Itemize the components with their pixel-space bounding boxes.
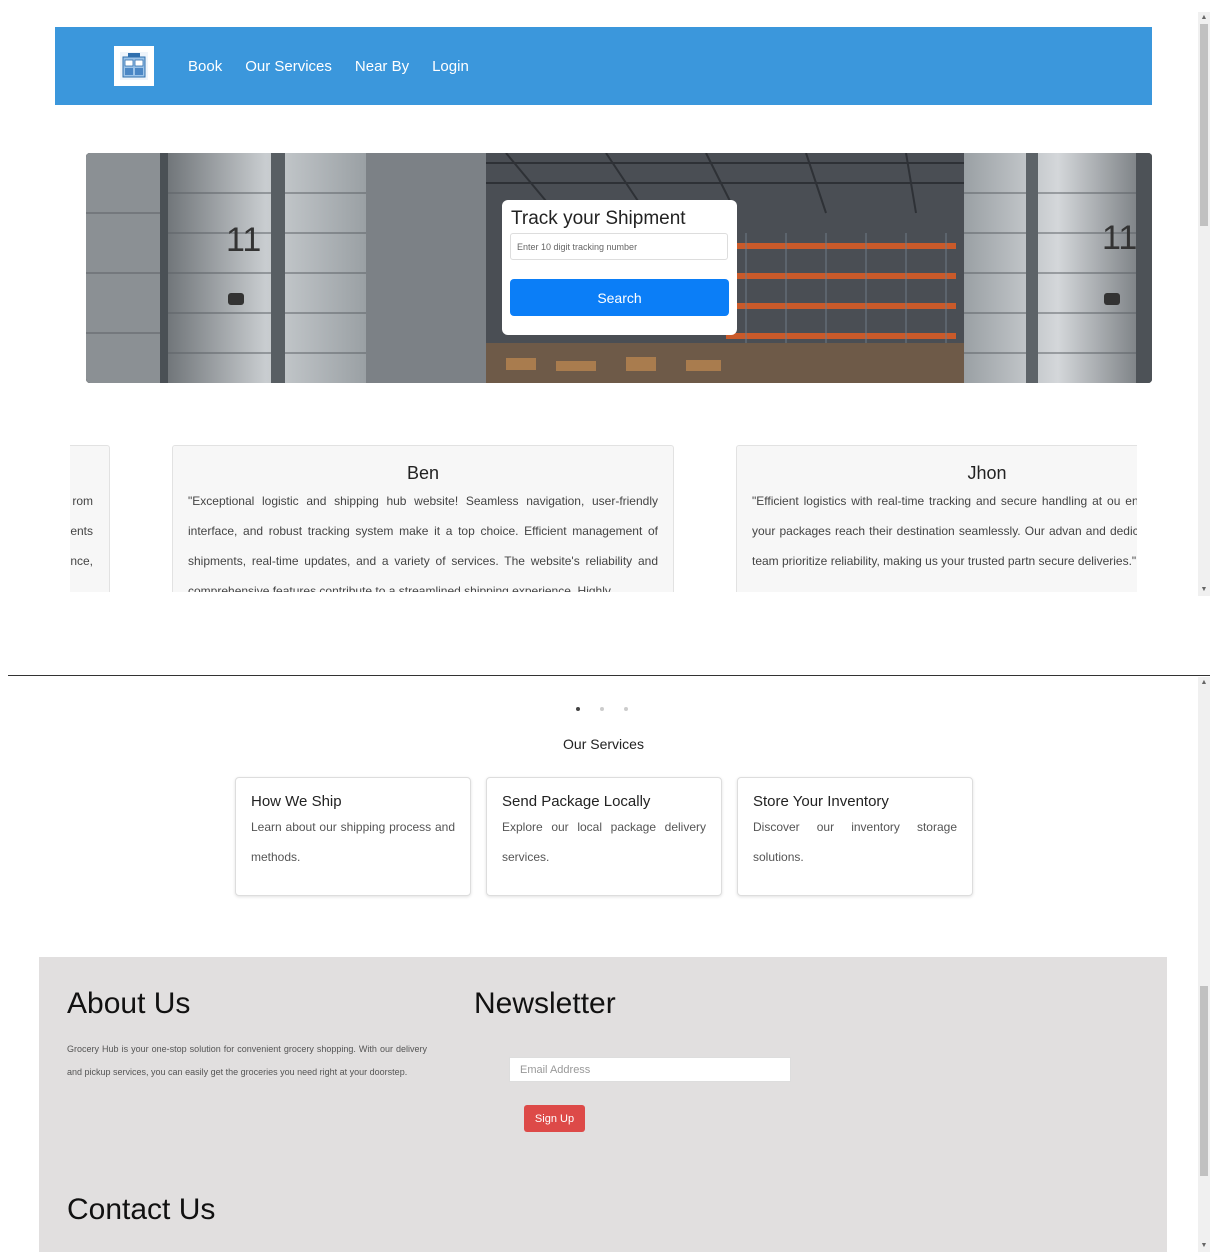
scroll-down-arrow-icon[interactable]: ▼ — [1198, 584, 1210, 596]
testimonial-text: "Efficient logistics with real-time trac… — [752, 494, 1137, 568]
scrollbar-top[interactable]: ▲ ▼ — [1198, 12, 1210, 596]
nav-link-book[interactable]: Book — [188, 58, 222, 75]
svg-text:11: 11 — [226, 221, 261, 259]
newsletter-heading: Newsletter — [474, 987, 616, 1020]
scroll-up-arrow-icon[interactable]: ▲ — [1198, 12, 1210, 24]
track-shipment-title: Track your Shipment — [511, 208, 686, 229]
testimonial-card-partial: rom ents nce, — [70, 445, 110, 592]
svg-text:11: 11 — [1102, 219, 1137, 257]
service-description: Discover our inventory storage solutions… — [753, 820, 957, 864]
scrollbar-bottom[interactable]: ▲ ▼ — [1198, 677, 1210, 1252]
about-us-heading: About Us — [67, 987, 191, 1020]
email-address-input[interactable] — [509, 1057, 791, 1082]
testimonial-card-ben: Ben "Exceptional logistic and shipping h… — [172, 445, 674, 592]
viewport-top: Book Our Services Near By Login 11 11 Tr… — [0, 0, 1210, 596]
carousel-dot[interactable] — [624, 707, 628, 711]
service-title: Store Your Inventory — [753, 793, 889, 810]
scrollbar-thumb[interactable] — [1200, 24, 1208, 226]
contact-us-heading: Contact Us — [67, 1193, 216, 1226]
service-card-how-we-ship[interactable]: How We Ship Learn about our shipping pro… — [235, 777, 471, 896]
viewport-divider-bottom — [8, 675, 1210, 676]
testimonials-carousel: rom ents nce, Ben "Exceptional logistic … — [70, 445, 1137, 592]
service-title: Send Package Locally — [502, 793, 651, 810]
logo[interactable] — [114, 46, 154, 86]
carousel-dot[interactable] — [576, 707, 580, 711]
carousel-dot[interactable] — [600, 707, 604, 711]
testimonial-author: Jhon — [967, 463, 1007, 483]
footer: About Us Grocery Hub is your one-stop so… — [39, 957, 1167, 1252]
nav-link-near-by[interactable]: Near By — [355, 58, 409, 75]
testimonial-partial-line: nce, — [70, 554, 93, 568]
nav-link-our-services[interactable]: Our Services — [245, 58, 332, 75]
testimonial-partial-line: rom — [72, 494, 93, 508]
testimonial-partial-line: ents — [70, 524, 93, 538]
carousel-dots — [576, 707, 628, 711]
scroll-down-arrow-icon[interactable]: ▼ — [1198, 1240, 1210, 1252]
warehouse-logo-icon — [120, 52, 148, 80]
testimonial-text: "Exceptional logistic and shipping hub w… — [188, 494, 658, 592]
nav-links: Book Our Services Near By Login — [188, 27, 469, 105]
search-button[interactable]: Search — [510, 279, 729, 316]
testimonial-author: Ben — [406, 463, 440, 483]
sign-up-button[interactable]: Sign Up — [524, 1105, 585, 1132]
testimonial-card-jhon: Jhon "Efficient logistics with real-time… — [736, 445, 1137, 592]
services-heading: Our Services — [563, 736, 644, 752]
service-card-store-inventory[interactable]: Store Your Inventory Discover our invent… — [737, 777, 973, 896]
navbar: Book Our Services Near By Login — [55, 27, 1152, 105]
about-us-text: Grocery Hub is your one-stop solution fo… — [67, 1044, 427, 1077]
service-card-send-package[interactable]: Send Package Locally Explore our local p… — [486, 777, 722, 896]
nav-link-login[interactable]: Login — [432, 58, 469, 75]
service-description: Explore our local package delivery servi… — [502, 820, 706, 864]
scroll-up-arrow-icon[interactable]: ▲ — [1198, 677, 1210, 689]
service-title: How We Ship — [251, 793, 342, 810]
track-shipment-box: Track your Shipment Search — [502, 200, 737, 335]
scrollbar-thumb[interactable] — [1200, 986, 1208, 1176]
service-description: Learn about our shipping process and met… — [251, 820, 455, 864]
tracking-number-input[interactable] — [510, 233, 728, 260]
